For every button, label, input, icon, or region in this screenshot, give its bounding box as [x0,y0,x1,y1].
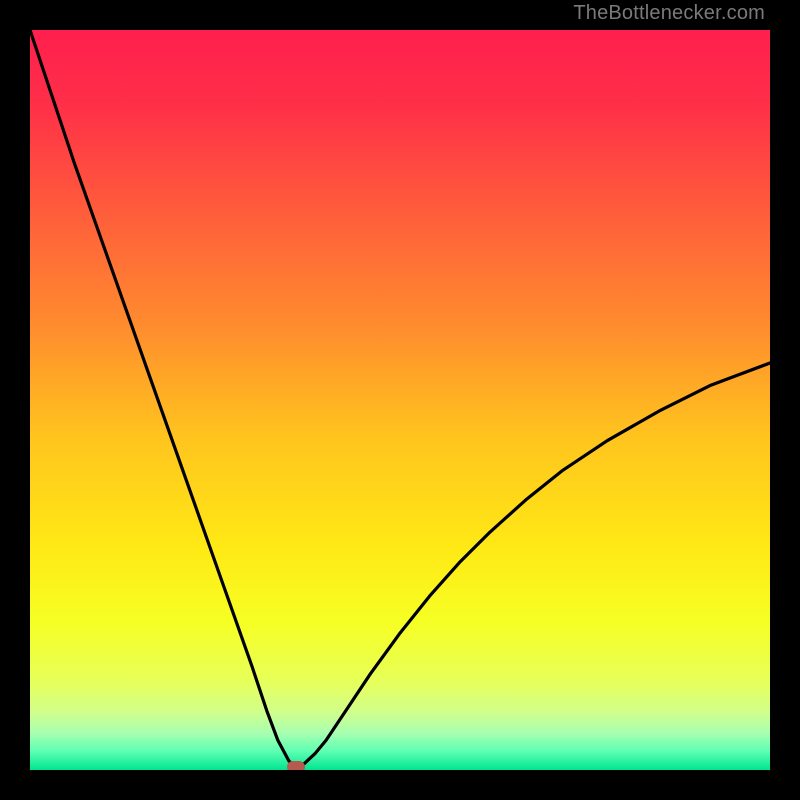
watermark-container: TheBottlenecker.com [573,2,765,25]
watermark-text: TheBottlenecker.com [573,2,765,24]
bottleneck-curve [30,30,770,767]
minimum-marker [287,761,305,770]
curve-layer [30,30,770,770]
plot-area [30,30,770,770]
outer-frame: TheBottlenecker.com [0,0,800,800]
